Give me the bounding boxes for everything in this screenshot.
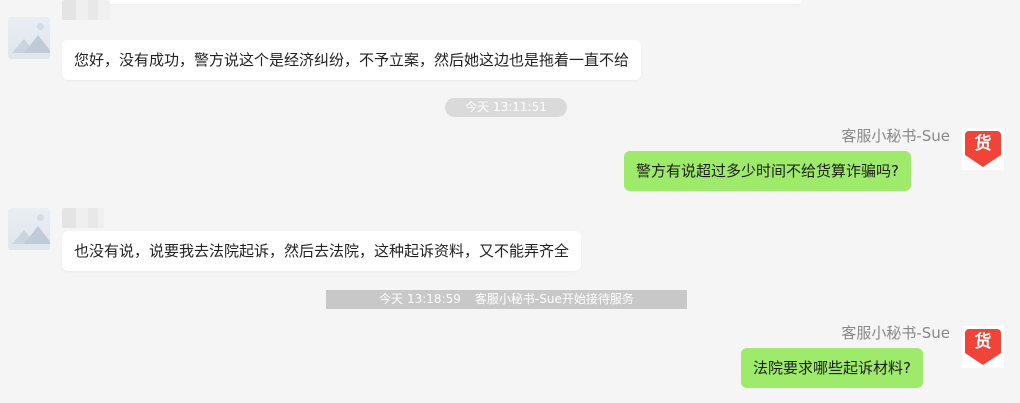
service-start-time: 今天 13:18:59 xyxy=(379,292,461,306)
service-start-text: 客服小秘书-Sue开始接待服务 xyxy=(474,292,634,306)
image-placeholder-icon xyxy=(37,23,44,30)
customer-name-blurred xyxy=(62,208,104,228)
message-bubble-agent[interactable]: 警方有说超过多少时间不给货算诈骗吗? xyxy=(624,151,911,191)
cargo-badge-icon: 货 xyxy=(965,131,1001,155)
customer-avatar[interactable] xyxy=(8,208,50,250)
previous-message-bubble-edge xyxy=(62,0,802,4)
message-bubble-customer[interactable]: 您好，没有成功，警方说这个是经济纠纷，不予立案，然后她这边也是拖着一直不给 xyxy=(62,40,642,80)
service-start-notice: 今天 13:18:59 客服小秘书-Sue开始接待服务 xyxy=(326,290,687,309)
agent-name: 客服小秘书-Sue xyxy=(841,324,950,342)
message-bubble-agent[interactable]: 法院要求哪些起诉材料? xyxy=(741,348,923,388)
message-bubble-customer[interactable]: 也没有说，说要我去法院起诉，然后去法院，这种起诉资料，又不能弄齐全 xyxy=(62,231,582,271)
agent-avatar[interactable]: 货 xyxy=(962,128,1004,170)
cargo-badge-icon: 货 xyxy=(965,329,1001,353)
image-placeholder-icon xyxy=(37,214,44,221)
agent-avatar[interactable]: 货 xyxy=(962,326,1004,368)
agent-name: 客服小秘书-Sue xyxy=(841,127,950,145)
timestamp: 今天 13:11:51 xyxy=(445,98,567,117)
customer-name-blurred xyxy=(62,0,110,20)
customer-avatar[interactable] xyxy=(8,17,50,59)
